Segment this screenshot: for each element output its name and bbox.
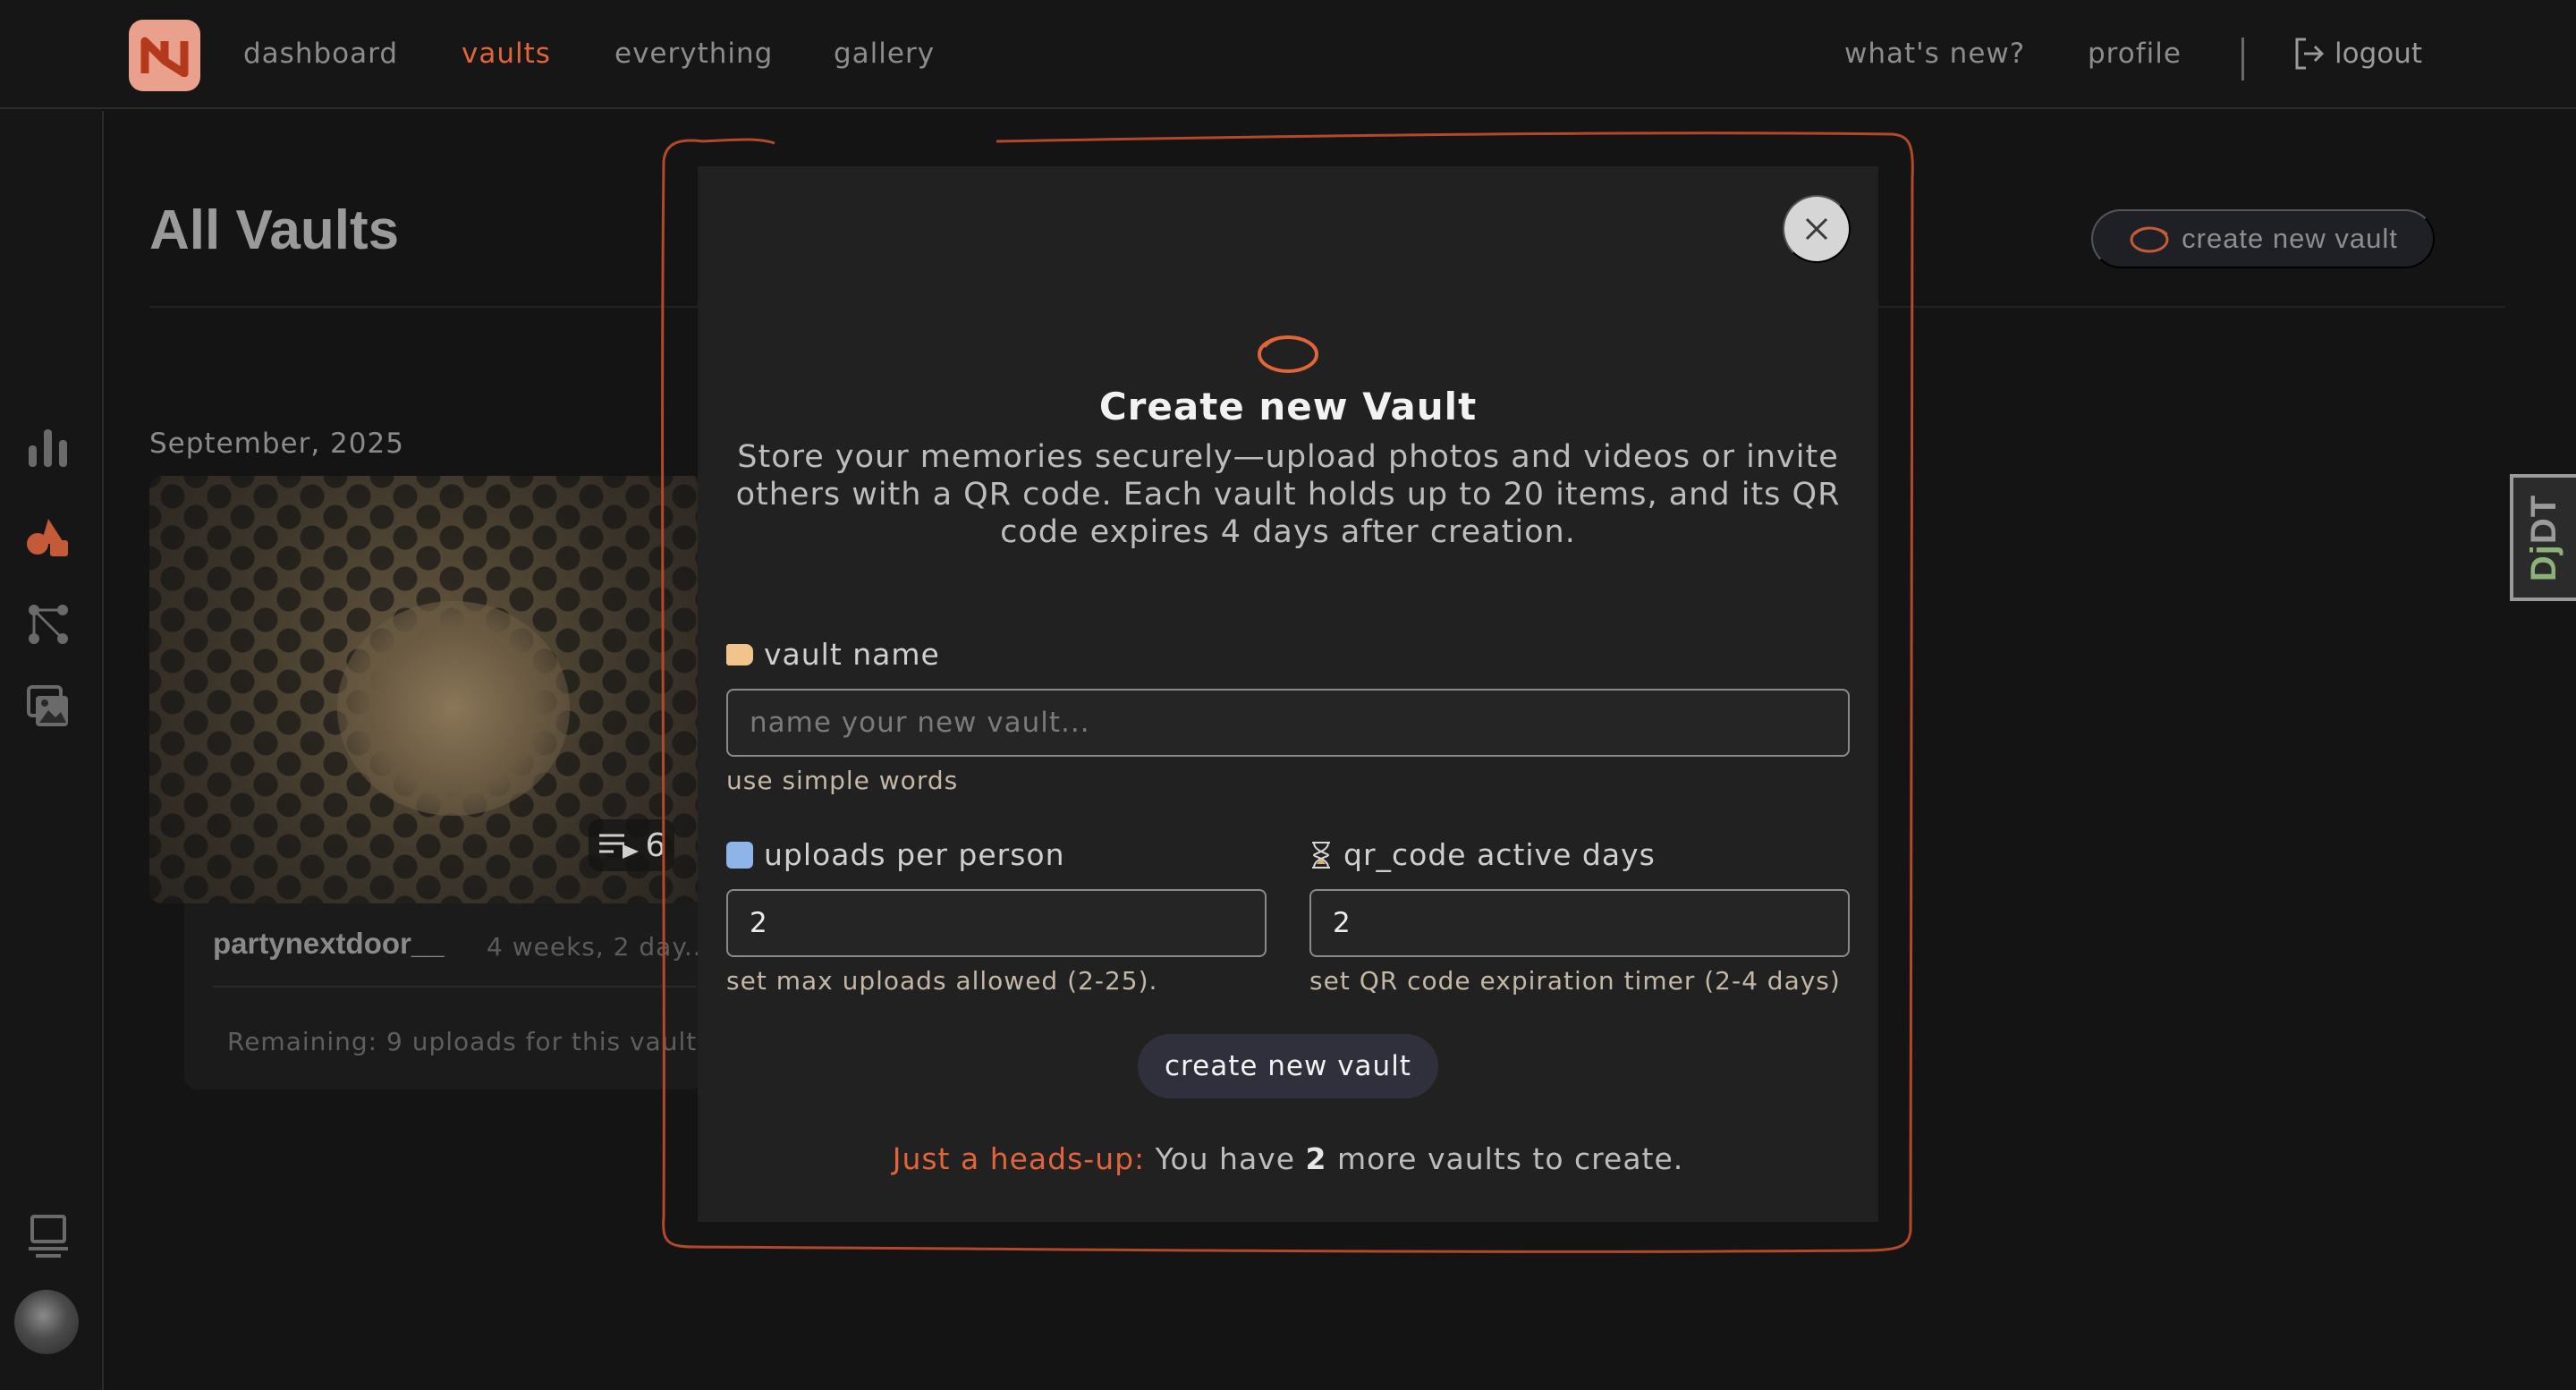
logo-mark-icon xyxy=(140,37,189,77)
nav-divider xyxy=(2241,38,2244,81)
playlist-icon xyxy=(598,834,639,859)
uploads-per-person-help: set max uploads allowed (2-25). xyxy=(726,966,1158,996)
debug-toolbar-suffix: DT xyxy=(2524,494,2564,544)
nav-dashboard[interactable]: dashboard xyxy=(243,38,398,70)
modal-description: Store your memories securely—upload phot… xyxy=(735,439,1841,550)
month-group-label: September, 2025 xyxy=(149,428,404,460)
card-divider xyxy=(213,986,696,987)
uploads-per-person-label: uploads per person xyxy=(726,837,1065,872)
scribble-circle-icon xyxy=(1258,335,1318,373)
nav-gallery[interactable]: gallery xyxy=(834,38,935,70)
vault-name-label-text: vault name xyxy=(764,637,940,672)
top-navbar: dashboard vaults everything gallery what… xyxy=(0,0,2576,109)
gallery-icon[interactable] xyxy=(25,683,72,730)
modal-title: Create new Vault xyxy=(1098,385,1478,428)
debug-toolbar-toggle[interactable]: DjDT xyxy=(2510,474,2576,601)
uploads-per-person-label-text: uploads per person xyxy=(764,837,1065,872)
logout-label: logout xyxy=(2334,38,2423,70)
headsup-highlight: Just a heads-up: xyxy=(892,1141,1146,1176)
scribble-circle-icon xyxy=(2130,226,2169,253)
create-vault-button[interactable]: create new vault xyxy=(2091,209,2435,268)
app-logo[interactable] xyxy=(129,20,200,91)
shapes-icon[interactable] xyxy=(25,513,72,560)
hourglass-icon xyxy=(1312,841,1330,869)
debug-toolbar-label: DjDT xyxy=(2525,494,2565,581)
nav-everything[interactable]: everything xyxy=(614,38,773,70)
headsup-suffix: more vaults to create. xyxy=(1336,1141,1684,1176)
laptop-icon[interactable] xyxy=(25,1213,72,1259)
logout-button[interactable]: logout xyxy=(2293,36,2422,72)
vault-quota-note: Just a heads-up: You have 2 more vaults … xyxy=(698,1141,1878,1176)
vault-name-input[interactable] xyxy=(726,689,1850,757)
qr-active-days-label: qr_code active days xyxy=(1309,837,1656,872)
headsup-count: 2 xyxy=(1305,1141,1327,1176)
modal-close-button[interactable] xyxy=(1783,195,1851,263)
submit-create-vault-button[interactable]: create new vault xyxy=(1138,1034,1438,1098)
close-icon xyxy=(1805,217,1828,241)
vault-owner: partynextdoor__ xyxy=(213,927,445,960)
nav-whats-new[interactable]: what's new? xyxy=(1844,38,2025,70)
vault-remaining: Remaining: 9 uploads for this vault xyxy=(227,1027,698,1056)
nav-vaults[interactable]: vaults xyxy=(462,38,551,70)
debug-toolbar-prefix: Dj xyxy=(2524,543,2564,581)
create-vault-button-label: create new vault xyxy=(2182,223,2398,254)
avatar[interactable] xyxy=(14,1290,79,1354)
headsup-prefix: You have xyxy=(1155,1141,1296,1176)
page-title: All Vaults xyxy=(149,199,400,261)
camera-roll-icon xyxy=(726,841,753,869)
vault-name-help: use simple words xyxy=(726,766,959,795)
left-sidebar xyxy=(0,111,104,1390)
cover-center xyxy=(337,601,570,816)
graph-icon[interactable] xyxy=(25,601,72,648)
logout-icon xyxy=(2295,38,2325,70)
qr-active-days-label-text: qr_code active days xyxy=(1343,837,1656,872)
qr-active-days-input[interactable] xyxy=(1309,889,1850,957)
vault-name-label: vault name xyxy=(726,637,940,672)
uploads-per-person-input[interactable] xyxy=(726,889,1267,957)
qr-active-days-help: set QR code expiration timer (2-4 days) xyxy=(1309,966,1841,996)
label-tag-icon xyxy=(726,643,753,665)
bar-chart-icon[interactable] xyxy=(25,422,72,469)
nav-profile[interactable]: profile xyxy=(2088,38,2182,70)
